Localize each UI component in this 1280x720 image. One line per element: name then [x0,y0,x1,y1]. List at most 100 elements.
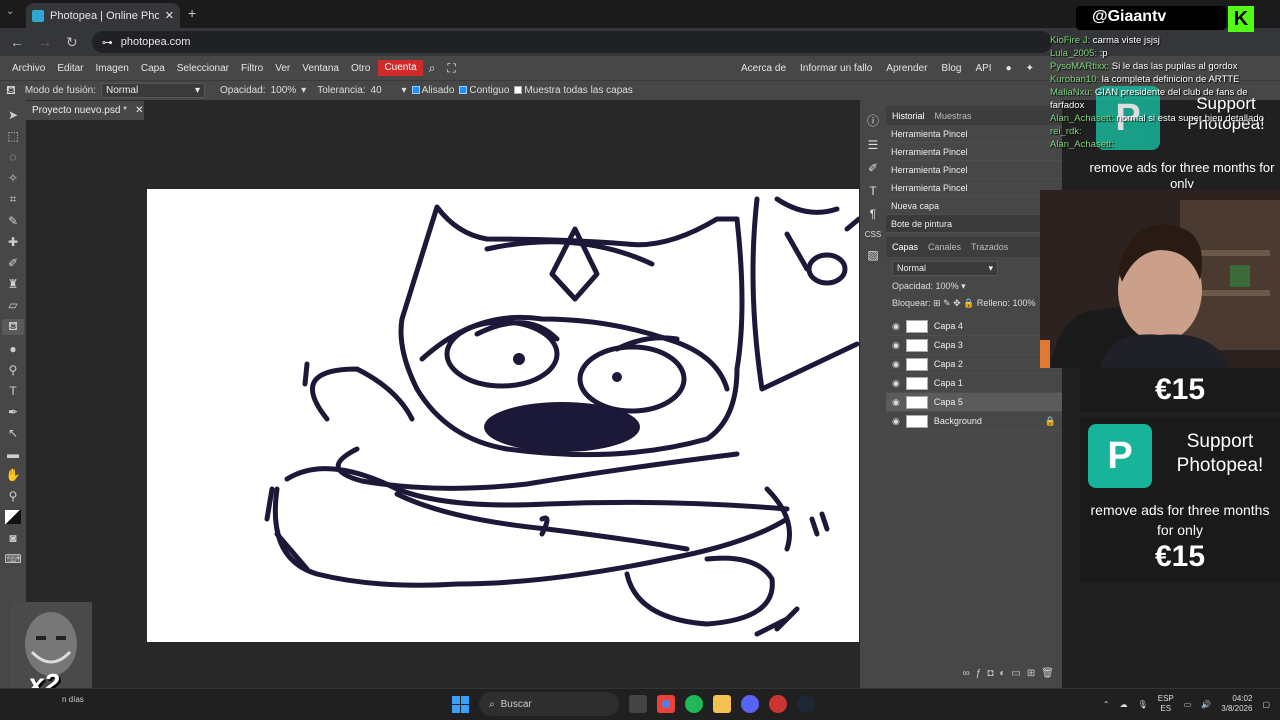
layer-blend-select[interactable]: Normal ▾ [892,261,998,276]
task-view-icon[interactable] [629,695,647,713]
tray-chevron-icon[interactable]: ⌃ [1103,700,1110,709]
keyboard-icon[interactable]: ⌨ [4,552,21,566]
eraser-tool-icon[interactable]: ▱ [8,298,17,312]
tolerance-value[interactable]: 40 [371,85,397,96]
group-folder-icon[interactable]: ▭ [1011,668,1020,686]
opacity-dropdown-icon[interactable]: ▾ [301,85,306,96]
type-tool-icon[interactable]: T [9,384,16,398]
steam-icon[interactable] [797,695,815,713]
blend-mode-select[interactable]: Normal ▾ [100,83,205,98]
clock[interactable]: 04:02 3/8/2026 [1221,694,1252,714]
history-item[interactable]: Bote de pintura [886,215,1062,233]
reload-icon[interactable]: ↻ [66,34,78,51]
menu-capa[interactable]: Capa [135,63,171,74]
info-icon[interactable]: ⓘ [867,112,879,129]
spotify-icon[interactable] [685,695,703,713]
crop-tool-icon[interactable]: ⌗ [10,192,17,207]
search-icon[interactable]: ⌕ [423,61,442,76]
lasso-tool-icon[interactable]: ◌ [9,150,16,164]
eyedropper-tool-icon[interactable]: ✎ [8,214,18,228]
quick-mask-icon[interactable]: ◙ [9,531,16,545]
menu-ventana[interactable]: Ventana [296,63,345,74]
volume-icon[interactable]: 🔊 [1201,700,1211,709]
visibility-eye-icon[interactable]: ◉ [892,340,900,351]
lock-icons[interactable]: ⊞ ✎ ✥ 🔒 [933,298,974,308]
visibility-eye-icon[interactable]: ◉ [892,378,900,389]
file-explorer-icon[interactable] [713,695,731,713]
chrome-icon[interactable] [657,695,675,713]
obs-icon[interactable] [769,695,787,713]
shape-tool-icon[interactable]: ▬ [7,447,19,461]
css-icon[interactable]: CSS [865,230,881,239]
menu-blog[interactable]: Blog [935,63,967,74]
layer-row[interactable]: ◉ Capa 2 [886,355,1062,374]
all-layers-checkbox[interactable]: Muestra todas las capas [514,85,633,96]
history-item[interactable]: Herramienta Pincel [886,125,1062,143]
menu-seleccionar[interactable]: Seleccionar [171,63,235,74]
windows-start-icon[interactable] [452,695,469,713]
menu-filtro[interactable]: Filtro [235,63,269,74]
layer-opacity-value[interactable]: 100% [936,281,959,291]
antialias-checkbox[interactable]: Alisado [411,85,454,96]
hand-tool-icon[interactable]: ✋ [6,468,21,482]
paint-bucket-tool-icon[interactable]: ⛾ [2,319,24,335]
history-item[interactable]: Nueva capa [886,197,1062,215]
marquee-tool-icon[interactable]: ⬚ [7,129,18,143]
visibility-eye-icon[interactable]: ◉ [892,321,900,332]
contiguous-checkbox[interactable]: Contiguo [459,85,509,96]
opacity-value[interactable]: 100% [271,85,297,96]
character-icon[interactable]: T [869,184,876,198]
paragraph-icon[interactable]: ¶ [870,207,876,221]
document-tab[interactable]: Proyecto nuevo.psd * ✕ [26,101,144,120]
healing-tool-icon[interactable]: ✚ [8,235,18,249]
layer-row[interactable]: ◉ Capa 1 [886,374,1062,393]
tab-capas[interactable]: Capas [892,242,918,252]
site-info-icon[interactable]: ⊶ [102,36,113,49]
tab-list-icon[interactable]: ⌄ [6,6,14,17]
mask-icon[interactable]: ◘ [987,668,993,686]
twitter-icon[interactable]: ✦ [1020,63,1040,74]
layer-row[interactable]: ◉ Capa 3 [886,336,1062,355]
layer-row-selected[interactable]: ◉ Capa 5 [886,393,1062,412]
visibility-eye-icon[interactable]: ◉ [892,416,900,427]
layer-row[interactable]: ◉ Capa 4 [886,317,1062,336]
pen-tool-icon[interactable]: ✒ [8,405,18,419]
browser-tab[interactable]: Photopea | Online Photo Editor ✕ [26,3,180,28]
menu-otro[interactable]: Otro [345,63,376,74]
back-icon[interactable]: ← [10,34,24,50]
layer-row[interactable]: ◉ Background 🔒 [886,412,1062,431]
path-select-tool-icon[interactable]: ↖ [8,426,18,440]
tab-trazados[interactable]: Trazados [971,242,1008,252]
layer-opacity-dropdown-icon[interactable]: ▾ [961,281,966,291]
link-layers-icon[interactable]: ∞ [963,668,970,686]
discord-icon[interactable] [741,695,759,713]
history-item[interactable]: Herramienta Pincel [886,179,1062,197]
canvas[interactable] [147,189,859,642]
tab-historial[interactable]: Historial [892,111,925,121]
menu-archivo[interactable]: Archivo [6,63,51,74]
menu-api[interactable]: API [969,63,997,74]
brush-tool-icon[interactable]: ✐ [8,256,18,270]
color-swatches-icon[interactable] [5,510,21,524]
close-document-icon[interactable]: ✕ [135,105,143,116]
move-tool-icon[interactable]: ➤ [8,108,18,122]
menu-imagen[interactable]: Imagen [89,63,134,74]
stamp-tool-icon[interactable]: ♜ [8,277,19,291]
close-tab-icon[interactable]: ✕ [165,9,174,22]
visibility-eye-icon[interactable]: ◉ [892,359,900,370]
reddit-icon[interactable]: ● [1000,63,1018,74]
blur-tool-icon[interactable]: ● [9,342,16,356]
image-icon[interactable]: ▨ [867,248,878,262]
new-tab-icon[interactable]: + [188,5,196,21]
adjustment-icon[interactable]: ◐ [999,668,1005,686]
zoom-tool-icon[interactable]: ⚲ [9,489,18,503]
brush-presets-icon[interactable]: ✐ [868,161,878,175]
visibility-eye-icon[interactable]: ◉ [892,397,900,408]
language-indicator[interactable]: ESP ES [1158,694,1174,714]
forward-icon[interactable]: → [38,34,52,50]
fullscreen-icon[interactable]: ⛶ [441,61,461,76]
account-button[interactable]: Cuenta [378,60,423,76]
delete-layer-icon[interactable]: 🗑 [1041,668,1054,686]
dodge-tool-icon[interactable]: ⚲ [9,363,18,377]
history-item[interactable]: Herramienta Pincel [886,143,1062,161]
